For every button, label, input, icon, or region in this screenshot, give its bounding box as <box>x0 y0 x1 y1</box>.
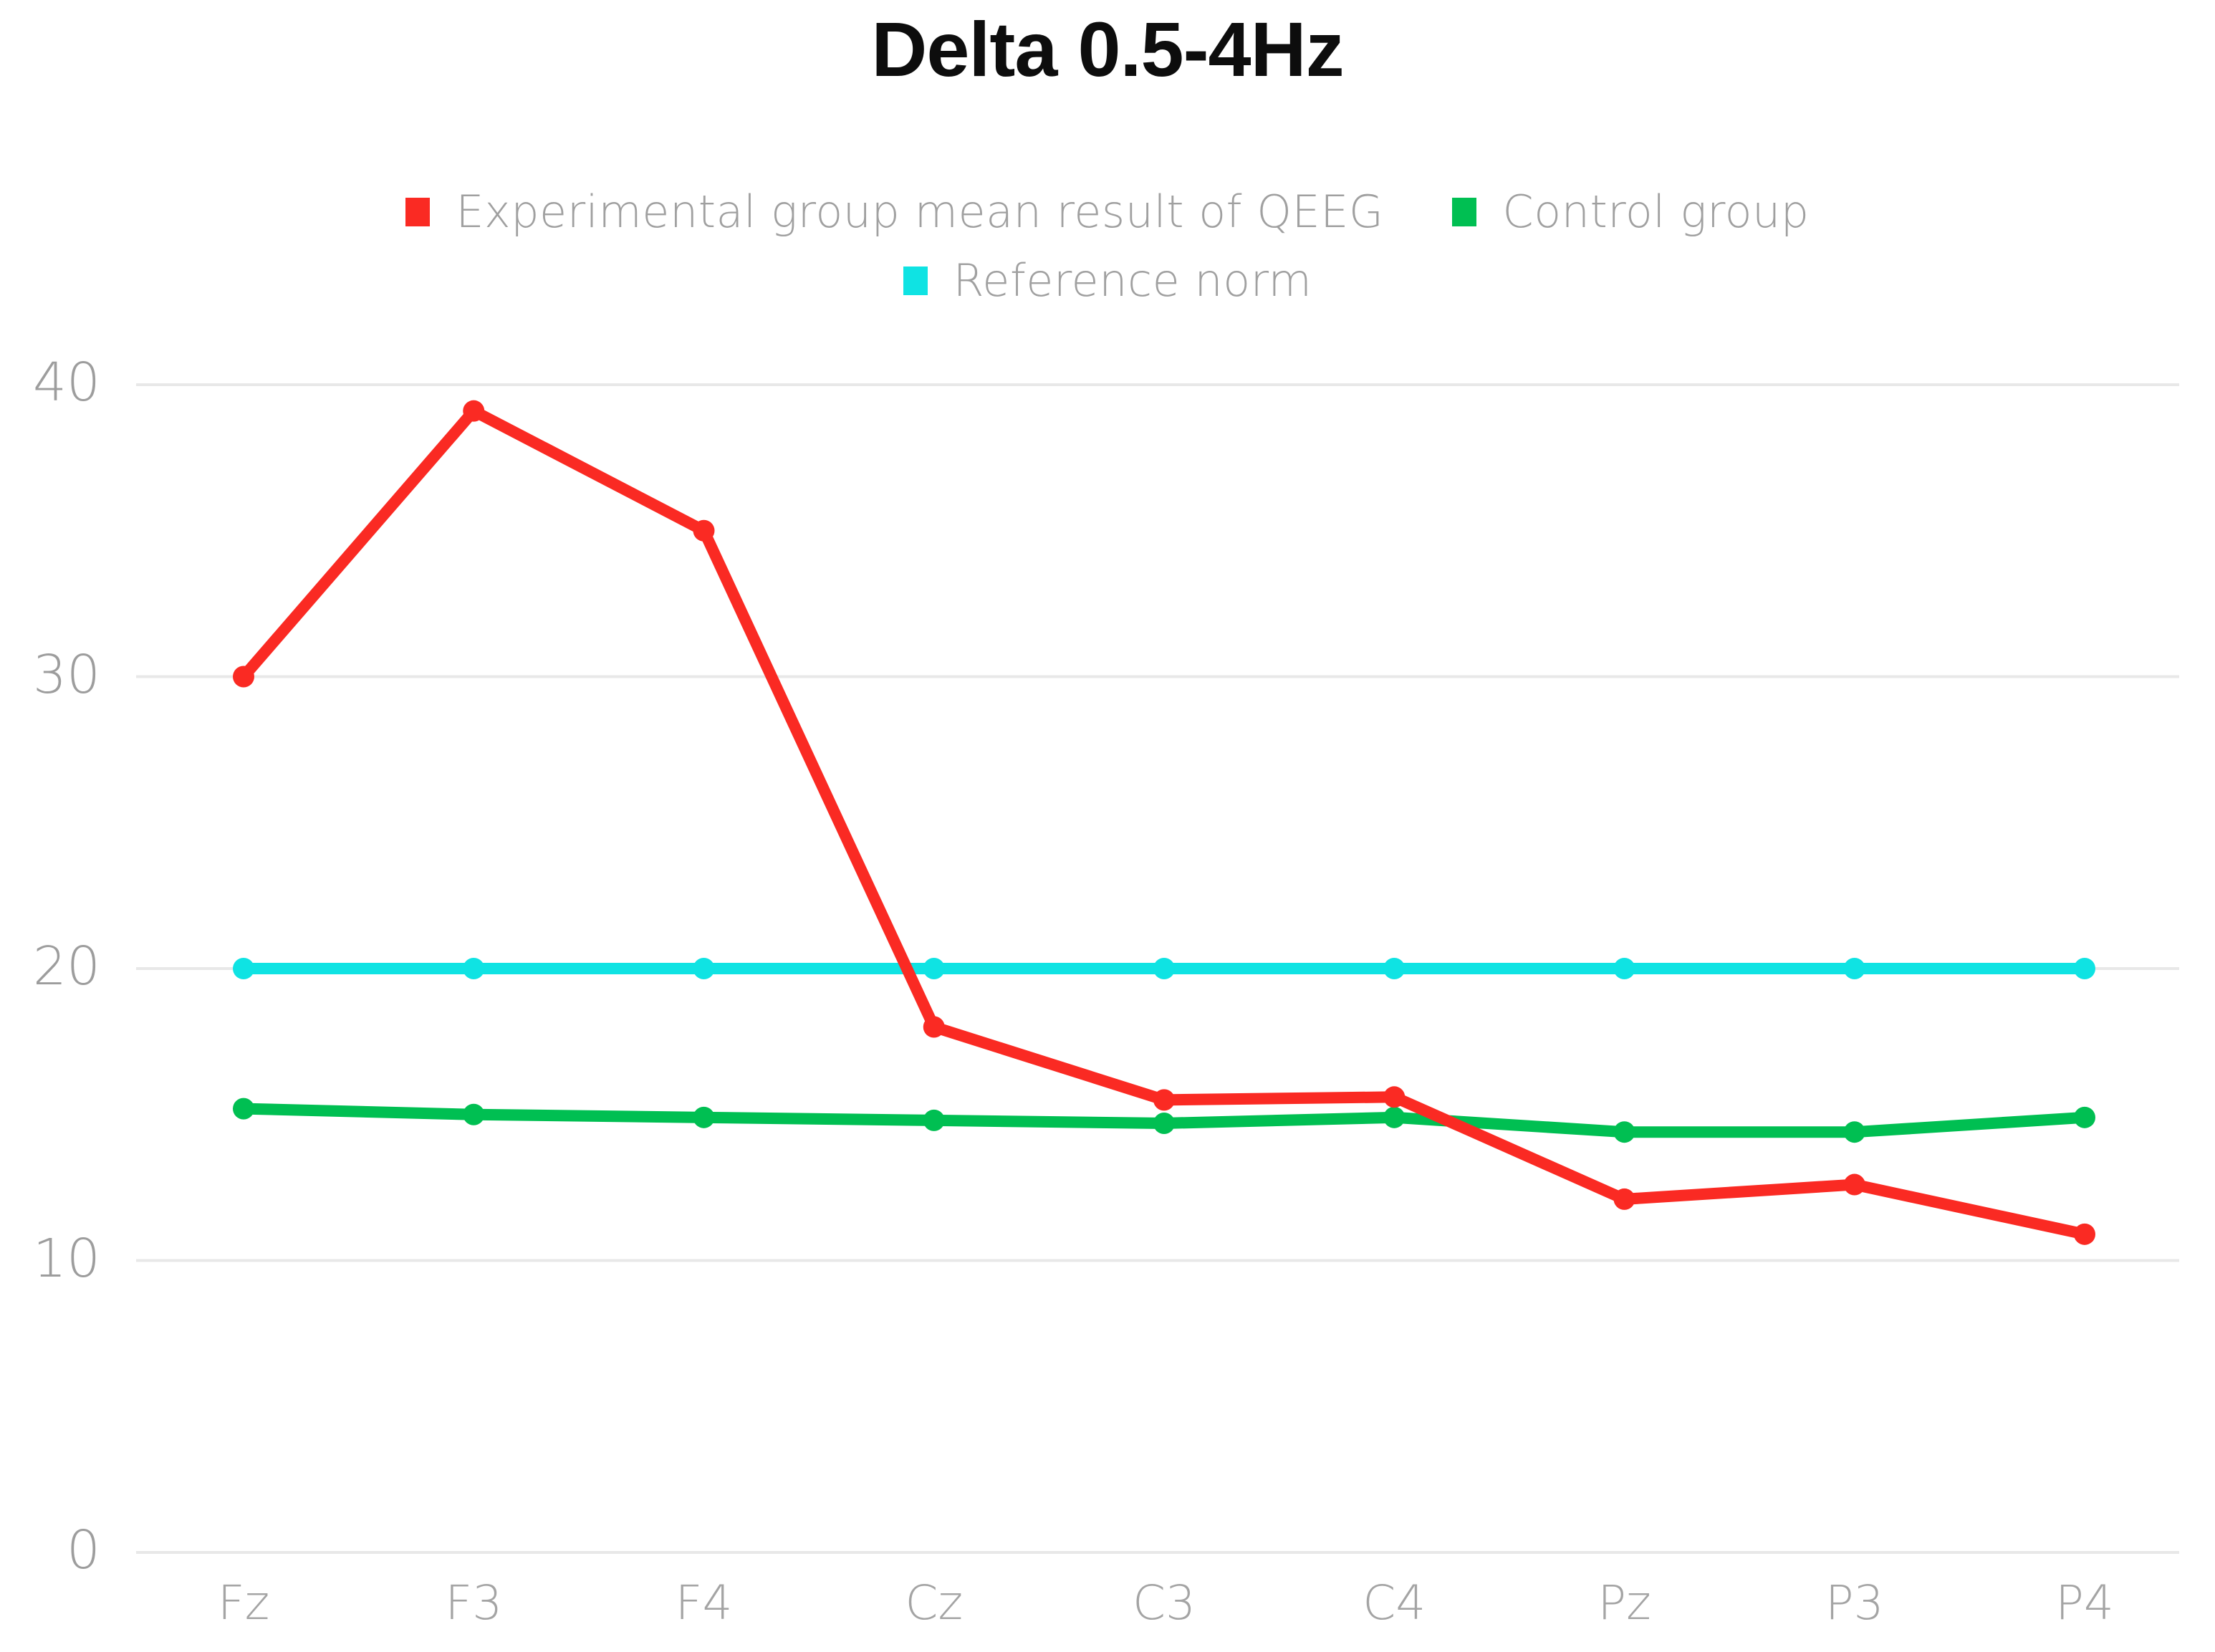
y-axis-tick-label: 30 <box>32 643 100 706</box>
x-axis-tick-label: F3 <box>445 1575 503 1631</box>
series-data-point[interactable] <box>1613 1121 1635 1143</box>
series-data-point[interactable] <box>463 958 485 979</box>
y-axis-tick-label: 0 <box>66 1519 100 1581</box>
series-data-point[interactable] <box>693 519 715 542</box>
series-data-point[interactable] <box>1153 1112 1175 1134</box>
series-data-point[interactable] <box>233 666 254 688</box>
series-data-point[interactable] <box>1613 1188 1635 1210</box>
x-axis-tick-label: Fz <box>217 1575 270 1631</box>
x-axis-tick-label: F4 <box>675 1575 733 1631</box>
series-data-point[interactable] <box>463 400 485 422</box>
series-data-point[interactable] <box>2074 1106 2095 1128</box>
y-axis-tick-label: 20 <box>32 936 100 997</box>
series-data-point[interactable] <box>693 1106 715 1128</box>
plot-area: 40 30 20 10 0 Fz F3 F4 Cz C3 C4 Pz P3 P4 <box>0 0 2215 1652</box>
series-data-point[interactable] <box>1843 1173 1865 1196</box>
x-axis-tick-label: Cz <box>905 1575 964 1631</box>
chart-container: Delta 0.5-4Hz Experimental group mean re… <box>0 0 2215 1652</box>
series-data-point[interactable] <box>693 958 715 979</box>
y-axis-tick-label: 10 <box>32 1227 100 1290</box>
series-data-point[interactable] <box>463 1103 485 1125</box>
x-axis-tick-label: Pz <box>1597 1575 1651 1631</box>
series-data-point[interactable] <box>923 1109 945 1131</box>
x-axis-tick-label: C3 <box>1132 1575 1196 1631</box>
series-data-point[interactable] <box>1843 1121 1865 1143</box>
series-data-point[interactable] <box>1383 958 1406 979</box>
series-data-point[interactable] <box>2074 1223 2095 1245</box>
series-data-point[interactable] <box>2074 958 2095 979</box>
series-data-point[interactable] <box>1383 1086 1406 1108</box>
series-data-point[interactable] <box>923 958 945 979</box>
plot-svg <box>136 383 2179 1554</box>
x-axis-tick-label: P3 <box>1825 1575 1884 1631</box>
series-data-point[interactable] <box>233 1098 254 1120</box>
series-data-point[interactable] <box>1153 958 1175 979</box>
x-axis-tick-label: C4 <box>1363 1575 1426 1631</box>
series-data-point[interactable] <box>1613 958 1635 979</box>
series-data-point[interactable] <box>1383 1106 1406 1128</box>
series-data-point[interactable] <box>1153 1089 1175 1111</box>
series-data-point[interactable] <box>1843 958 1865 979</box>
x-axis-tick-label: P4 <box>2055 1575 2114 1631</box>
series-data-point[interactable] <box>923 1016 945 1038</box>
y-axis-tick-label: 40 <box>32 352 100 413</box>
series-data-point[interactable] <box>233 958 254 979</box>
